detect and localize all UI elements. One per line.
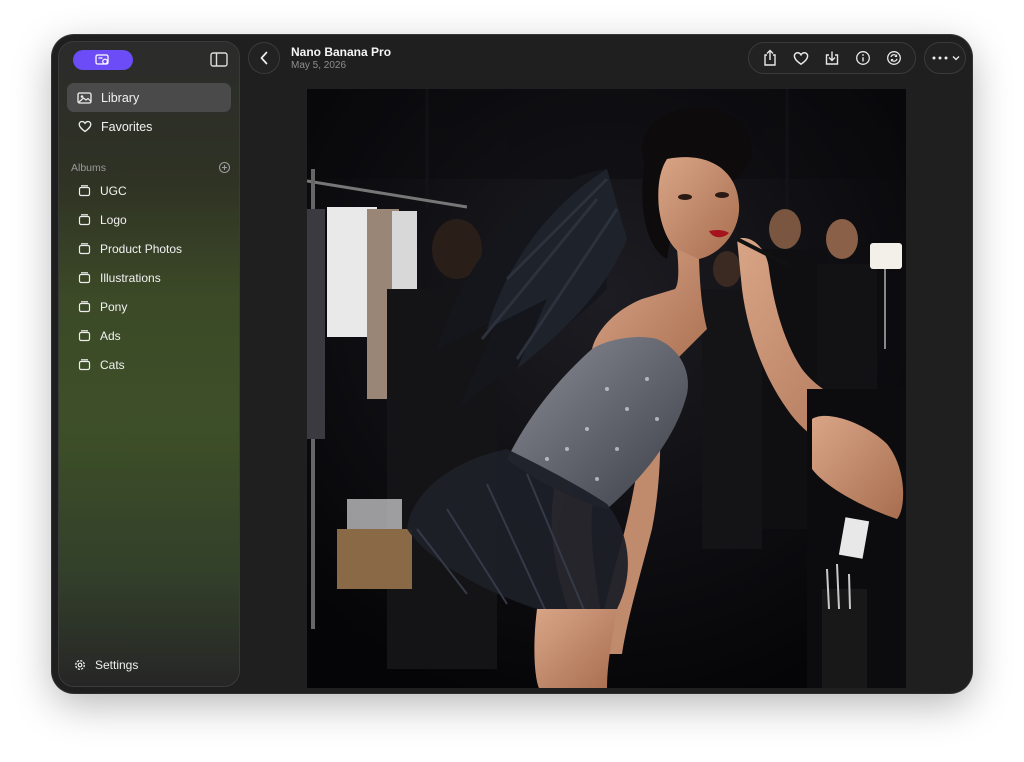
sidebar-toggle-icon	[209, 51, 229, 69]
back-button[interactable]	[248, 42, 280, 74]
heart-icon	[793, 51, 809, 66]
gallery-app-icon	[95, 54, 111, 66]
settings-button[interactable]: Settings	[73, 658, 138, 672]
photo-toolbar	[748, 42, 916, 74]
info-button[interactable]	[852, 47, 874, 69]
app-window: Library Favorites Albums UGC Logo Produc…	[52, 35, 972, 693]
heart-icon	[77, 119, 93, 135]
albums-section-label: Albums	[71, 162, 107, 174]
share-button[interactable]	[759, 47, 781, 69]
app-brand-button[interactable]	[73, 50, 133, 70]
sidebar-item-library[interactable]: Library	[67, 83, 231, 112]
album-icon	[77, 300, 91, 314]
album-icon	[77, 271, 91, 285]
sidebar-item-favorites[interactable]: Favorites	[67, 112, 231, 141]
album-icon	[77, 329, 91, 343]
sidebar-header	[67, 50, 231, 72]
album-item-cats[interactable]: Cats	[67, 350, 231, 379]
album-label: Logo	[100, 212, 127, 227]
refresh-icon	[886, 50, 902, 66]
album-item-pony[interactable]: Pony	[67, 292, 231, 321]
album-icon	[77, 358, 91, 372]
photo-library-icon	[77, 90, 93, 106]
album-label: Cats	[100, 357, 125, 372]
album-item-ugc[interactable]: UGC	[67, 176, 231, 205]
album-item-ads[interactable]: Ads	[67, 321, 231, 350]
album-icon	[77, 184, 91, 198]
chevron-left-icon	[259, 51, 269, 65]
plus-circle-icon	[218, 161, 231, 174]
album-item-product-photos[interactable]: Product Photos	[67, 234, 231, 263]
album-icon	[77, 213, 91, 227]
ellipsis-icon	[931, 55, 949, 61]
album-label: Product Photos	[100, 241, 183, 256]
download-icon	[824, 50, 840, 66]
photo-date: May 5, 2026	[291, 60, 347, 71]
info-icon	[855, 50, 871, 66]
photo-viewer-image	[307, 89, 906, 688]
album-label: Illustrations	[100, 270, 161, 285]
favorite-button[interactable]	[790, 47, 812, 69]
chevron-down-icon	[952, 55, 960, 61]
sidebar-item-label: Favorites	[101, 119, 153, 134]
add-album-button[interactable]	[218, 161, 231, 174]
album-label: Pony	[100, 299, 128, 314]
album-label: UGC	[100, 183, 127, 198]
album-item-logo[interactable]: Logo	[67, 205, 231, 234]
album-label: Ads	[100, 328, 121, 343]
sidebar: Library Favorites Albums UGC Logo Produc…	[58, 41, 240, 687]
more-options-button[interactable]	[924, 42, 966, 74]
share-icon	[762, 49, 778, 67]
album-item-illustrations[interactable]: Illustrations	[67, 263, 231, 292]
photo-title: Nano Banana Pro	[291, 45, 392, 59]
regenerate-button[interactable]	[883, 47, 905, 69]
sidebar-item-label: Library	[101, 90, 140, 105]
settings-label: Settings	[95, 658, 139, 672]
album-icon	[77, 242, 91, 256]
gear-icon	[73, 658, 87, 672]
download-button[interactable]	[821, 47, 843, 69]
sidebar-toggle-button[interactable]	[209, 51, 229, 69]
